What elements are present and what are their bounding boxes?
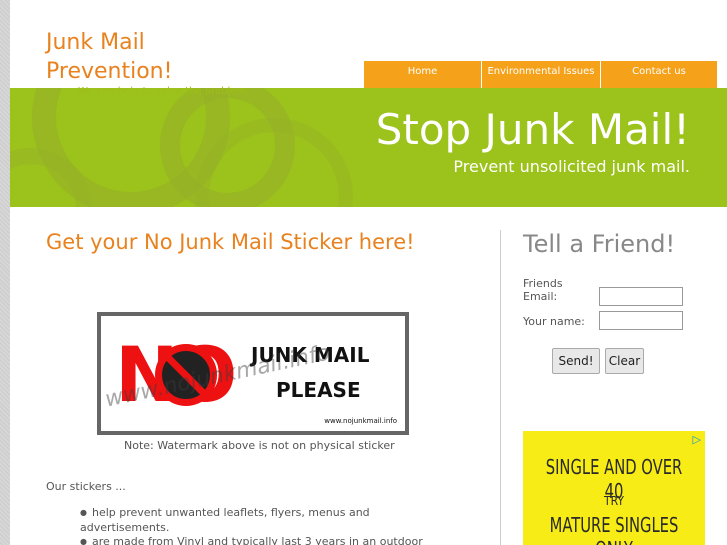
clear-button[interactable]: Clear bbox=[605, 348, 644, 374]
adchoices-icon[interactable]: ▷ bbox=[693, 433, 701, 446]
friends-email-label-line1: Friends bbox=[523, 277, 563, 290]
banner-title: Stop Junk Mail! bbox=[375, 105, 690, 154]
banner-subtitle: Prevent unsolicited junk mail. bbox=[453, 157, 690, 176]
page-heading: Get your No Junk Mail Sticker here! bbox=[46, 230, 415, 254]
page-container: Junk Mail Prevention! Home Environmental… bbox=[10, 0, 727, 545]
ad-line2: TRY bbox=[604, 494, 624, 508]
send-button[interactable]: Send! bbox=[552, 348, 600, 374]
site-title-line2: Prevention! bbox=[46, 59, 173, 84]
nav-home[interactable]: Home bbox=[363, 61, 481, 88]
friends-email-label-line2: Email: bbox=[523, 290, 558, 303]
advertisement-banner[interactable]: ▷ SINGLE AND OVER 40 TRY MATURE SINGLES … bbox=[523, 431, 705, 545]
site-tagline: We can help to solve the problem. bbox=[78, 86, 250, 97]
your-name-input[interactable] bbox=[599, 311, 683, 330]
stickers-intro: Our stickers ... bbox=[46, 480, 126, 493]
your-name-label: Your name: bbox=[523, 315, 585, 328]
hero-banner: Stop Junk Mail! Prevent unsolicited junk… bbox=[10, 88, 727, 207]
site-logo[interactable]: Junk Mail Prevention! bbox=[46, 28, 172, 86]
column-divider bbox=[500, 230, 501, 545]
nav-contact-us[interactable]: Contact us bbox=[600, 61, 717, 88]
features-list: help prevent unwanted leaflets, flyers, … bbox=[80, 506, 440, 545]
tell-a-friend-heading: Tell a Friend! bbox=[523, 230, 676, 258]
sticker-image: NO JUNK MAIL PLEASE www.nojunkmail.info … bbox=[97, 312, 409, 435]
ad-line3: MATURE SINGLES ONLY bbox=[549, 513, 679, 545]
friends-email-label: Friends Email: bbox=[523, 277, 563, 303]
sticker-note: Note: Watermark above is not on physical… bbox=[124, 439, 395, 452]
sticker-url: www.nojunkmail.info bbox=[324, 417, 397, 425]
sticker-line2: PLEASE bbox=[276, 378, 361, 402]
friends-email-input[interactable] bbox=[599, 287, 683, 306]
main-nav: Home Environmental Issues Contact us bbox=[363, 61, 717, 88]
list-item: are made from Vinyl and typically last 3… bbox=[80, 535, 440, 545]
site-title-line1: Junk Mail bbox=[46, 30, 145, 55]
list-item: help prevent unwanted leaflets, flyers, … bbox=[80, 506, 440, 535]
nav-environmental-issues[interactable]: Environmental Issues bbox=[481, 61, 600, 88]
